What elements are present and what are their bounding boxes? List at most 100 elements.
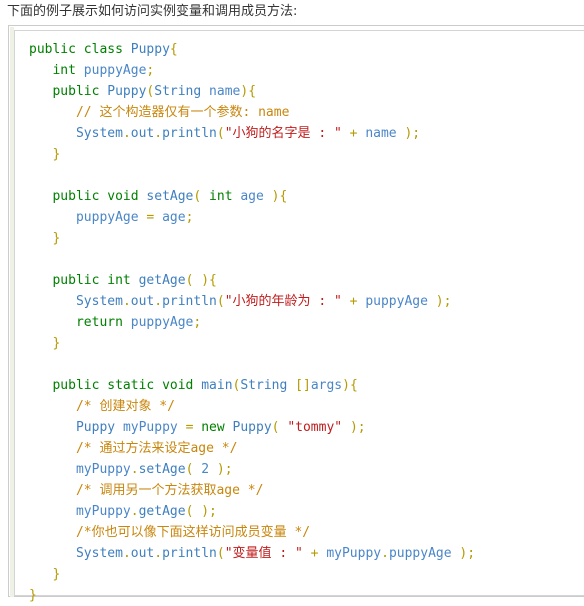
- code-token-typ: getAge: [138, 273, 186, 288]
- code-token-pun: .: [154, 546, 163, 561]
- code-token-id: myPuppy: [122, 420, 178, 435]
- code-token-kw: void: [107, 189, 139, 204]
- code-token-pun: }: [52, 231, 61, 246]
- code-token-pun: );: [349, 420, 366, 435]
- code-token-typ: Puppy: [130, 42, 170, 57]
- code-line: ​: [29, 249, 475, 270]
- code-token-id: age: [240, 189, 264, 204]
- code-token-id: age: [162, 210, 186, 225]
- code-line: public int getAge( ){: [29, 270, 475, 291]
- code-token-pun: ;: [193, 315, 202, 330]
- code-token-typ: System: [75, 126, 123, 141]
- code-token-pun: (: [216, 546, 225, 561]
- code-line: ​: [29, 354, 475, 375]
- code-block-inner-frame: public class Puppy{ int puppyAge; public…: [14, 30, 584, 603]
- code-line: }: [29, 333, 475, 354]
- code-token-typ: Puppy: [107, 84, 147, 99]
- code-line: System.out.println("小狗的年龄为 : " + puppyAg…: [29, 291, 475, 312]
- code-token-typ: setAge: [138, 462, 186, 477]
- code-token-pun: .: [122, 294, 131, 309]
- code-token-id: myPuppy: [326, 546, 382, 561]
- intro-paragraph: 下面的例子展示如何访问实例变量和调用成员方法:: [7, 4, 298, 19]
- code-token-pun: {: [169, 42, 178, 57]
- code-line: /* 通过方法来设定age */: [29, 438, 475, 459]
- code-line: Puppy myPuppy = new Puppy( "tommy" );: [29, 417, 475, 438]
- code-token-kw: return: [75, 315, 123, 330]
- code-token-pun: {: [248, 84, 257, 99]
- code-line: }: [29, 144, 475, 165]
- code-token-pun: .: [122, 126, 131, 141]
- code-token-pun: ): [240, 84, 249, 99]
- code-token-typ: Puppy: [232, 420, 272, 435]
- code-line: return puppyAge;: [29, 312, 475, 333]
- code-token-typ: getAge: [138, 504, 186, 519]
- code-token-kw: class: [83, 42, 123, 57]
- code-token-id: puppyAge: [130, 315, 194, 330]
- code-token-cmt: /*你也可以像下面这样访问成员变量 */: [75, 525, 311, 540]
- code-token-pun: }: [29, 588, 37, 603]
- code-token-typ: String: [240, 378, 288, 393]
- code-listing[interactable]: public class Puppy{ int puppyAge; public…: [29, 39, 475, 606]
- code-token-pun: .: [154, 294, 163, 309]
- code-token-id: puppyAge: [365, 294, 428, 309]
- code-token-pun: (: [185, 462, 202, 477]
- code-token-typ: println: [162, 294, 217, 309]
- code-token-typ: System: [75, 546, 123, 561]
- code-line: myPuppy.getAge( );: [29, 501, 475, 522]
- code-token-pun: ;: [146, 63, 155, 78]
- code-line: ​: [29, 165, 475, 186]
- code-token-id: puppyAge: [388, 546, 452, 561]
- code-token-kw: void: [162, 378, 194, 393]
- code-token-pun: );: [404, 126, 421, 141]
- code-token-pun: +: [310, 546, 319, 561]
- code-line: /* 创建对象 */: [29, 396, 475, 417]
- code-token-pun: (: [185, 504, 202, 519]
- code-token-pun: ): [271, 189, 280, 204]
- code-token-pun: .: [130, 462, 139, 477]
- code-token-pun: {: [209, 273, 217, 288]
- code-token-pun: []: [295, 378, 311, 393]
- code-token-kw: int: [52, 63, 76, 78]
- code-token-id: name: [209, 84, 241, 99]
- code-token-id: puppyAge: [75, 210, 139, 225]
- code-block-outer-frame: public class Puppy{ int puppyAge; public…: [8, 25, 584, 603]
- code-token-pun: .: [381, 546, 389, 561]
- code-token-typ: setAge: [146, 189, 194, 204]
- code-token-num: 2: [201, 462, 210, 477]
- code-token-typ: out: [130, 126, 155, 141]
- code-token-pun: .: [130, 504, 139, 519]
- code-token-str: "小狗的名字是 : ": [224, 126, 342, 141]
- code-token-pun: .: [154, 126, 163, 141]
- code-token-kw: public: [52, 378, 100, 393]
- code-token-kw: public: [52, 84, 100, 99]
- code-token-pun: {: [349, 378, 358, 393]
- code-token-pun: (: [216, 294, 225, 309]
- code-token-cmt: /* 创建对象 */: [75, 399, 175, 414]
- code-token-pun: );: [216, 462, 233, 477]
